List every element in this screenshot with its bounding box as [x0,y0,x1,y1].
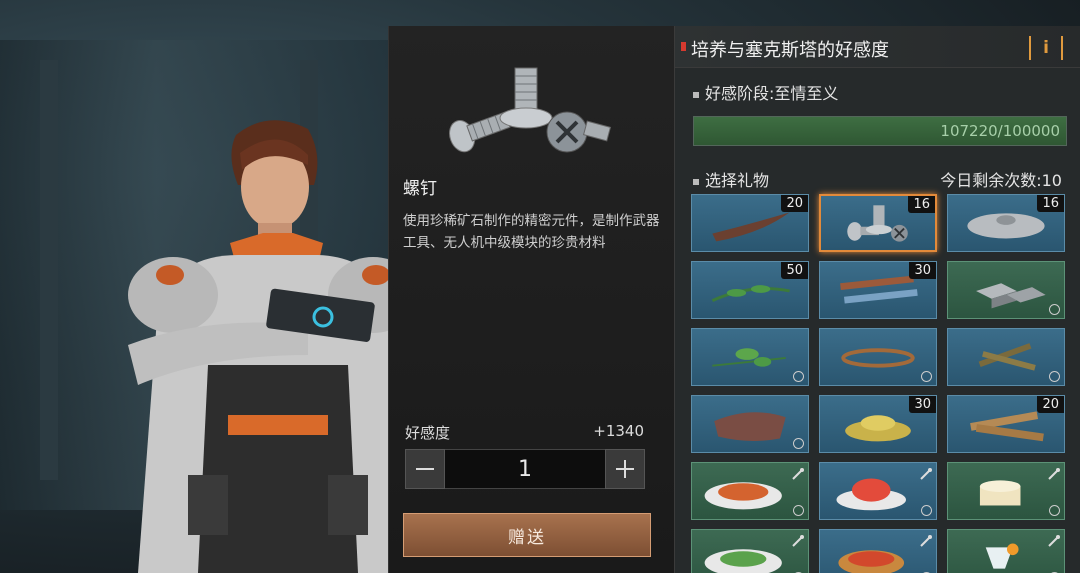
increase-button[interactable] [605,449,645,489]
info-badge-icon [793,371,804,382]
progress-text: 107220/100000 [940,122,1060,140]
info-icon: i [1043,38,1049,58]
plus-icon [616,460,634,478]
background-pillar [40,60,58,480]
gift-count: 30 [909,396,936,413]
bullet-icon [693,178,699,185]
dish-tag-icon [791,466,805,480]
gift-grid: 20 16 16 50 30 30 20 [691,194,1067,573]
info-badge-icon [793,505,804,516]
character-portrait [118,115,418,573]
dish-tag-icon [919,533,933,547]
gift-count: 20 [1037,396,1064,413]
gift-count: 16 [908,196,935,213]
affinity-gain: +1340 [593,422,644,440]
gift-button[interactable]: 赠送 [403,513,651,557]
gift-slot-rubber-bands-item[interactable] [819,328,937,386]
gift-count: 20 [781,195,808,212]
quantity-value[interactable]: 1 [445,449,605,489]
gift-section-label: 选择礼物 [705,171,770,190]
remaining-count: 今日剩余次数:10 [940,171,1062,190]
gift-slot-herb-item[interactable]: 50 [691,261,809,319]
gift-slot-screws-item[interactable]: 16 [819,194,937,252]
gift-slot-horn-item[interactable]: 20 [691,194,809,252]
gift-count: 16 [1037,195,1064,212]
item-detail-panel: 螺钉 使用珍稀矿石制作的精密元件，是制作武器工具、无人机中级模块的珍贵材料 好感… [388,26,674,573]
quantity-stepper: 1 [405,449,645,489]
dish-tag-icon [919,466,933,480]
decrease-button[interactable] [405,449,445,489]
gift-slot-tart-dish[interactable] [819,529,937,573]
screws-icon [439,60,619,170]
gift-count: 30 [909,262,936,279]
gift-count: 50 [781,262,808,279]
dish-tag-icon [1047,533,1061,547]
gift-slot-salad-dish[interactable] [691,529,809,573]
affinity-progress-bar: 107220/100000 [693,116,1067,146]
metal-ingots-item-icon [976,283,1046,309]
meat-item-icon [714,412,786,441]
dish-tag-icon [791,533,805,547]
gift-slot-saw-blade-item[interactable]: 16 [947,194,1065,252]
affinity-stage-label: 好感阶段:至情至义 [705,84,839,103]
bullet-icon [693,91,699,98]
info-badge-icon [1049,505,1060,516]
gift-section-header: 选择礼物 [693,167,769,191]
gift-slot-drink-dish[interactable] [947,529,1065,573]
leaf-herb-item-icon [712,348,786,367]
title-marker [681,42,686,51]
gift-slot-spaghetti-dish[interactable] [691,462,809,520]
info-badge-icon [921,505,932,516]
dish-tag-icon [1047,466,1061,480]
gift-slot-gold-pile-item[interactable]: 30 [819,395,937,453]
item-name: 螺钉 [403,179,437,199]
gift-slot-planks-item[interactable]: 20 [947,395,1065,453]
gift-slot-pipes-item[interactable]: 30 [819,261,937,319]
panel-title: 培养与塞克斯塔的好感度 [691,40,889,61]
gift-slot-meat-item[interactable] [691,395,809,453]
minus-icon [416,468,434,470]
gift-slot-metal-ingots-item[interactable] [947,261,1065,319]
item-description: 使用珍稀矿石制作的精密元件，是制作武器工具、无人机中级模块的珍贵材料 [403,213,660,251]
info-button[interactable]: i [1029,36,1063,60]
info-badge-icon [1049,304,1060,315]
sticks-item-icon [978,343,1036,371]
affinity-stage: 好感阶段:至情至义 [693,80,838,104]
character-figure [128,120,418,573]
gift-slot-leaf-herb-item[interactable] [691,328,809,386]
affinity-panel: 培养与塞克斯塔的好感度 i 好感阶段:至情至义 107220/100000 选择… [674,26,1080,573]
info-badge-icon [921,371,932,382]
gift-slot-jelly-dessert-dish[interactable] [819,462,937,520]
gift-slot-cake-dish[interactable] [947,462,1065,520]
gift-slot-sticks-item[interactable] [947,328,1065,386]
affinity-label: 好感度 [405,424,451,442]
rubber-bands-item-icon [841,348,915,368]
info-badge-icon [793,438,804,449]
info-badge-icon [1049,371,1060,382]
panel-header: 培养与塞克斯塔的好感度 i [675,26,1080,68]
